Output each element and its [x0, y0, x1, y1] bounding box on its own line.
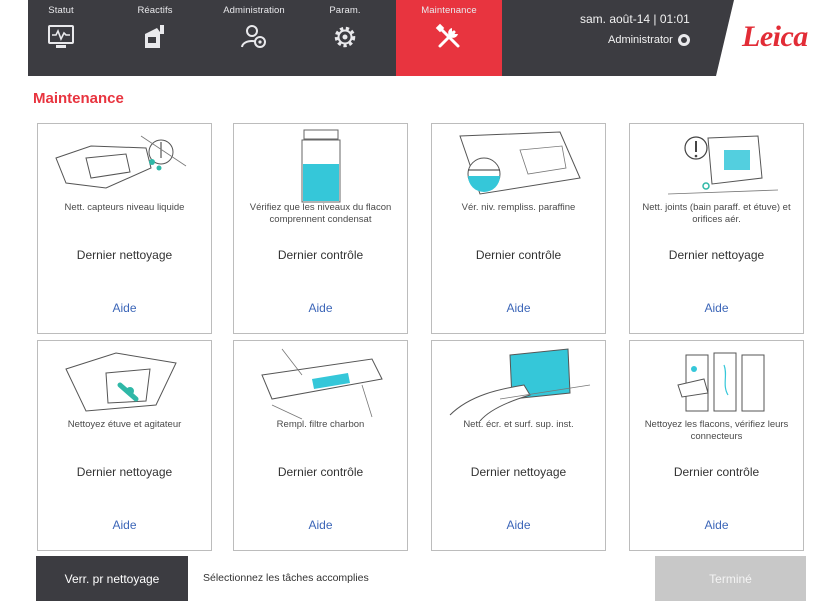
tab-administration-label: Administration	[223, 5, 285, 16]
done-button[interactable]: Terminé	[655, 556, 806, 601]
task-card-liquid-sensors[interactable]: Nett. capteurs niveau liquide Dernier ne…	[37, 123, 212, 334]
tab-param-label: Param.	[329, 5, 361, 16]
task-status: Dernier contrôle	[277, 248, 364, 262]
help-link[interactable]: Aide	[234, 518, 407, 532]
help-link[interactable]: Aide	[38, 518, 211, 532]
top-bar: Statut Réactifs Administration Param. Ma…	[28, 0, 816, 76]
task-status: Dernier nettoyage	[76, 248, 173, 262]
task-status: Dernier nettoyage	[76, 465, 173, 479]
leica-logo: Leica	[742, 20, 808, 53]
retort-sensor-illustration	[55, 135, 187, 189]
datetime: sam. août-14 | 01:01	[580, 12, 690, 26]
task-label: Nett. écr. et surf. sup. inst.	[463, 419, 574, 430]
tab-maintenance-label: Maintenance	[421, 5, 477, 16]
task-label: Nett. joints (bain paraff. et étuve) et …	[642, 202, 791, 225]
task-label: Vér. niv. rempliss. paraffine	[461, 202, 576, 213]
task-status: Dernier nettoyage	[470, 465, 567, 479]
tab-administration[interactable]: Administration	[202, 0, 306, 76]
help-link[interactable]: Aide	[432, 518, 605, 532]
task-label: Nettoyez étuve et agitateur	[67, 419, 182, 430]
gear-icon	[334, 26, 356, 48]
tab-reactifs-label: Réactifs	[137, 5, 173, 16]
tab-param[interactable]: Param.	[312, 0, 378, 76]
tab-reactifs[interactable]: Réactifs	[122, 0, 188, 76]
seals-vents-illustration	[667, 135, 779, 195]
tab-statut-label: Statut	[48, 5, 74, 16]
help-link[interactable]: Aide	[630, 518, 803, 532]
tab-statut[interactable]: Statut	[28, 0, 94, 76]
page-title: Maintenance	[33, 90, 124, 107]
tools-icon	[435, 23, 460, 48]
help-link[interactable]: Aide	[630, 301, 803, 315]
select-tasks-hint: Sélectionnez les tâches accomplies	[203, 572, 369, 584]
user-info[interactable]: Administrator	[608, 34, 690, 46]
task-status: Dernier contrôle	[673, 465, 760, 479]
task-label: Nett. capteurs niveau liquide	[64, 202, 185, 213]
reagent-bottle-icon	[145, 25, 164, 48]
monitor-waveform-icon	[48, 25, 74, 48]
carbon-filter-illustration	[261, 348, 383, 420]
condensate-bottle-illustration	[301, 129, 341, 203]
task-card-seals-vents[interactable]: Nett. joints (bain paraff. et étuve) et …	[629, 123, 804, 334]
lock-for-cleaning-button[interactable]: Verr. pr nettoyage	[36, 556, 188, 601]
task-card-retort-stirrer[interactable]: Nettoyez étuve et agitateur Dernier nett…	[37, 340, 212, 551]
retort-stirrer-illustration	[65, 352, 177, 412]
user-name: Administrator	[608, 34, 673, 46]
task-status: Dernier nettoyage	[668, 248, 765, 262]
task-status: Dernier contrôle	[475, 248, 562, 262]
task-label: Vérifiez que les niveaux du flacon compr…	[249, 202, 392, 225]
tab-maintenance[interactable]: Maintenance	[396, 0, 502, 76]
task-card-paraffin-level[interactable]: Vér. niv. rempliss. paraffine Dernier co…	[431, 123, 606, 334]
task-card-carbon-filter[interactable]: Rempl. filtre charbon Dernier contrôle A…	[233, 340, 408, 551]
screen-cleaning-illustration	[449, 348, 591, 421]
task-label: Rempl. filtre charbon	[276, 419, 365, 430]
task-card-screen-cleaning[interactable]: Nett. écr. et surf. sup. inst. Dernier n…	[431, 340, 606, 551]
paraffin-level-illustration	[459, 131, 581, 195]
user-icon	[677, 34, 690, 46]
help-link[interactable]: Aide	[38, 301, 211, 315]
help-link[interactable]: Aide	[432, 301, 605, 315]
bottles-connectors-illustration	[677, 352, 765, 412]
task-status: Dernier contrôle	[277, 465, 364, 479]
task-label: Nettoyez les flacons, vérifiez leurs con…	[644, 419, 789, 442]
task-card-bottles-connectors[interactable]: Nettoyez les flacons, vérifiez leurs con…	[629, 340, 804, 551]
help-link[interactable]: Aide	[234, 301, 407, 315]
admin-user-gear-icon	[241, 25, 266, 48]
task-card-condensate-bottle[interactable]: Vérifiez que les niveaux du flacon compr…	[233, 123, 408, 334]
